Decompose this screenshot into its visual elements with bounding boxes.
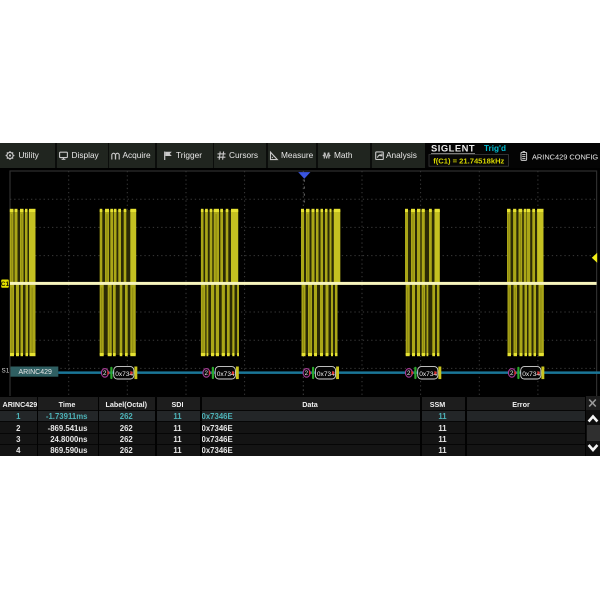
svg-text:Trig'd: Trig'd xyxy=(484,144,506,153)
svg-text:2: 2 xyxy=(103,370,107,377)
svg-text:2: 2 xyxy=(204,370,208,377)
svg-text:C1: C1 xyxy=(1,281,10,288)
svg-text:ARINC429: ARINC429 xyxy=(18,369,52,376)
svg-text:M: M xyxy=(323,151,330,160)
svg-text:ARINC429 CONFIG: ARINC429 CONFIG xyxy=(532,152,598,161)
svg-text:SIGLENT: SIGLENT xyxy=(431,143,475,153)
svg-text:S1: S1 xyxy=(2,367,10,374)
svg-text:2: 2 xyxy=(305,370,309,377)
svg-text:2: 2 xyxy=(407,370,411,377)
svg-text:f(C1) = 21.74518kHz: f(C1) = 21.74518kHz xyxy=(433,157,504,166)
svg-text:2: 2 xyxy=(510,370,514,377)
